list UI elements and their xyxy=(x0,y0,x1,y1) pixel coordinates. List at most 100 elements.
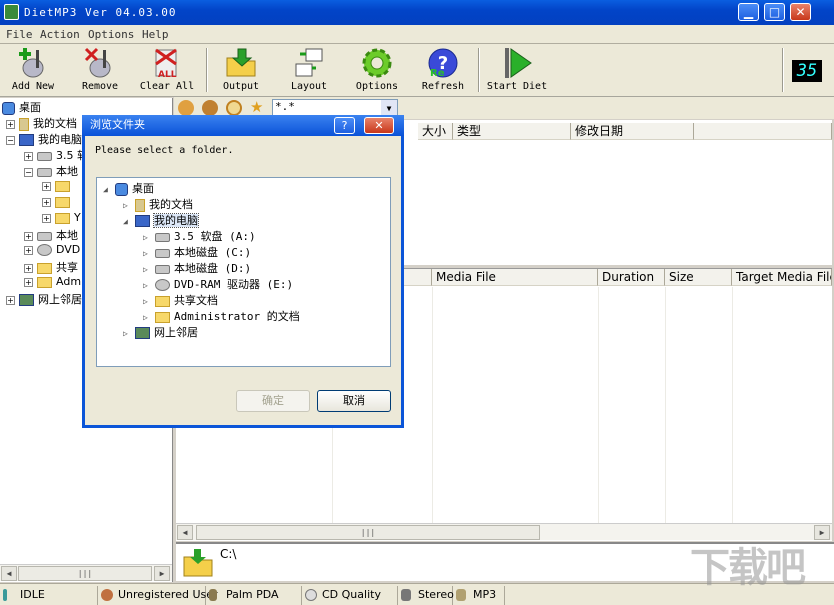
folder-icon xyxy=(37,276,52,288)
refresh-button[interactable]: ? Re Refresh xyxy=(418,46,468,96)
folder-icon xyxy=(55,212,70,224)
add-new-button[interactable]: Add New xyxy=(8,46,58,96)
menu-action[interactable]: Action xyxy=(40,28,80,41)
dialog-tree-item-shared-docs[interactable]: ▷ 共享文档 xyxy=(143,292,218,308)
tree-item-floppy[interactable]: +3.5 软 xyxy=(24,147,88,163)
tree-item-local-disk-c[interactable]: − 本地 xyxy=(24,163,78,179)
dialog-tree-item-local-disk-c[interactable]: ▷ 本地磁盘 (C:) xyxy=(143,244,251,260)
minimize-button[interactable]: ▁ xyxy=(738,3,759,21)
output-button[interactable]: Output xyxy=(218,46,264,96)
edit-icon[interactable] xyxy=(202,100,218,116)
dialog-close-button[interactable]: ✕ xyxy=(364,117,394,134)
menu-options[interactable]: Options xyxy=(88,28,134,41)
column-header-size[interactable]: 大小 xyxy=(418,123,453,140)
dialog-tree-item-desktop[interactable]: ◢ 桌面 xyxy=(103,180,154,196)
menu-help[interactable]: Help xyxy=(142,28,169,41)
collapsed-icon[interactable]: ▷ xyxy=(143,281,151,290)
scrollbar-thumb[interactable]: ||| xyxy=(18,566,152,581)
expanded-icon[interactable]: ◢ xyxy=(123,217,131,226)
cd-icon[interactable] xyxy=(226,100,242,116)
scroll-left-icon[interactable]: ◀ xyxy=(1,566,17,581)
tree-item-folder[interactable]: + xyxy=(42,195,74,211)
expand-icon[interactable]: + xyxy=(42,213,51,223)
expand-icon[interactable]: + xyxy=(24,151,33,161)
expand-icon[interactable]: + xyxy=(6,119,15,129)
dialog-tree-item-local-disk-d[interactable]: ▷ 本地磁盘 (D:) xyxy=(143,260,251,276)
scrollbar-thumb[interactable]: ||| xyxy=(196,525,540,540)
start-diet-button[interactable]: Start Diet xyxy=(486,46,548,96)
status-quality[interactable]: CD Quality xyxy=(302,586,398,605)
tree-item-dvd[interactable]: + DVD xyxy=(24,243,80,259)
status-device[interactable]: Palm PDA xyxy=(206,586,302,605)
expand-icon[interactable]: + xyxy=(42,181,51,191)
column-header-modified[interactable]: 修改日期 xyxy=(571,123,694,140)
column-header-size[interactable]: Size xyxy=(665,269,732,286)
expanded-icon[interactable]: ◢ xyxy=(103,185,111,194)
collapsed-icon[interactable]: ▷ xyxy=(123,201,131,210)
dialog-tree-item-network[interactable]: ▷ 网上邻居 xyxy=(123,324,198,340)
status-format-text: MP3 xyxy=(473,588,497,601)
tree-item-folder[interactable]: + Y xyxy=(42,211,81,227)
collapse-icon[interactable]: − xyxy=(24,167,33,177)
output-path[interactable]: C:\ xyxy=(220,547,236,561)
collapsed-icon[interactable]: ▷ xyxy=(143,297,151,306)
tree-item-admin-docs[interactable]: + Adm xyxy=(24,275,81,291)
collapsed-icon[interactable]: ▷ xyxy=(143,249,151,258)
dialog-folder-tree[interactable]: ◢ 桌面 ▷ 我的文档 ◢ 我的电脑 ▷ 3.5 软盘 (A:) ▷ 本地磁盘 (C:) … xyxy=(96,177,391,367)
collapsed-icon[interactable]: ▷ xyxy=(143,233,151,242)
collapsed-icon[interactable]: ▷ xyxy=(123,329,131,338)
tree-item-local-disk-d[interactable]: + 本地 xyxy=(24,227,78,243)
hard-drive-icon xyxy=(155,264,170,274)
help-button[interactable]: ? xyxy=(334,117,355,134)
maximize-button[interactable]: □ xyxy=(764,3,785,21)
tree-item-desktop[interactable]: 桌面 xyxy=(2,99,41,115)
menu-file[interactable]: File xyxy=(6,28,33,41)
tree-item-shared-docs[interactable]: + 共享 xyxy=(24,259,78,275)
dialog-tree-item-dvd-e[interactable]: ▷ DVD-RAM 驱动器 (E:) xyxy=(143,276,293,292)
tree-item-folder[interactable]: + xyxy=(42,179,74,195)
collapsed-icon[interactable]: ▷ xyxy=(143,313,151,322)
status-registration: Unregistered User xyxy=(98,586,218,605)
expand-icon[interactable]: + xyxy=(24,263,33,273)
tree-item-label: 桌面 xyxy=(19,101,41,114)
clear-all-label: Clear All xyxy=(139,81,195,92)
dialog-tree-item-my-documents[interactable]: ▷ 我的文档 xyxy=(123,196,193,212)
expand-icon[interactable]: + xyxy=(24,231,33,241)
status-channels[interactable]: Stereo xyxy=(398,586,454,605)
expand-icon[interactable]: + xyxy=(24,277,33,287)
expand-icon[interactable]: + xyxy=(24,245,33,255)
tree-item-my-computer[interactable]: − 我的电脑 xyxy=(6,131,82,147)
column-header-type[interactable]: 类型 xyxy=(453,123,571,140)
remove-button[interactable]: Remove xyxy=(76,46,124,96)
clear-all-button[interactable]: ALL Clear All xyxy=(136,46,198,96)
dialog-tree-item-admin-docs[interactable]: ▷ Administrator 的文档 xyxy=(143,308,300,324)
browse-folder-dialog: 浏览文件夹 ? ✕ Please select a folder. ◢ 桌面 ▷ 我… xyxy=(82,115,404,428)
tag-icon[interactable] xyxy=(178,100,194,116)
folder-icon xyxy=(55,196,70,208)
star-icon[interactable]: ★ xyxy=(250,100,266,116)
title-bar: DietMP3 Ver 04.03.00 ▁ □ ✕ xyxy=(0,0,834,25)
column-header-target-media-file[interactable]: Target Media File xyxy=(732,269,832,286)
layout-icon xyxy=(292,46,326,80)
cancel-button[interactable]: 取消 xyxy=(317,390,391,412)
column-header-duration[interactable]: Duration xyxy=(598,269,665,286)
expand-icon[interactable]: + xyxy=(42,197,51,207)
options-button[interactable]: Options xyxy=(352,46,402,96)
collapse-icon[interactable]: − xyxy=(6,135,15,145)
ok-button[interactable]: 确定 xyxy=(236,390,310,412)
floppy-drive-icon xyxy=(155,232,170,242)
close-button[interactable]: ✕ xyxy=(790,3,811,21)
collapsed-icon[interactable]: ▷ xyxy=(143,265,151,274)
status-format[interactable]: MP3 xyxy=(453,586,505,605)
tree-item-my-documents[interactable]: + 我的文档 xyxy=(6,115,77,131)
tree-horizontal-scrollbar[interactable]: ◀ ||| ▶ xyxy=(0,564,172,581)
column-header-media-file[interactable]: Media File xyxy=(432,269,598,286)
tree-item-network[interactable]: + 网上邻居 xyxy=(6,291,82,307)
scroll-left-icon[interactable]: ◀ xyxy=(177,525,193,540)
scroll-right-icon[interactable]: ▶ xyxy=(154,566,170,581)
dialog-tree-item-floppy-a[interactable]: ▷ 3.5 软盘 (A:) xyxy=(143,228,256,244)
dialog-tree-item-my-computer[interactable]: ◢ 我的电脑 xyxy=(123,212,199,228)
layout-button[interactable]: Layout xyxy=(286,46,332,96)
output-folder-icon[interactable] xyxy=(182,547,214,579)
expand-icon[interactable]: + xyxy=(6,295,15,305)
